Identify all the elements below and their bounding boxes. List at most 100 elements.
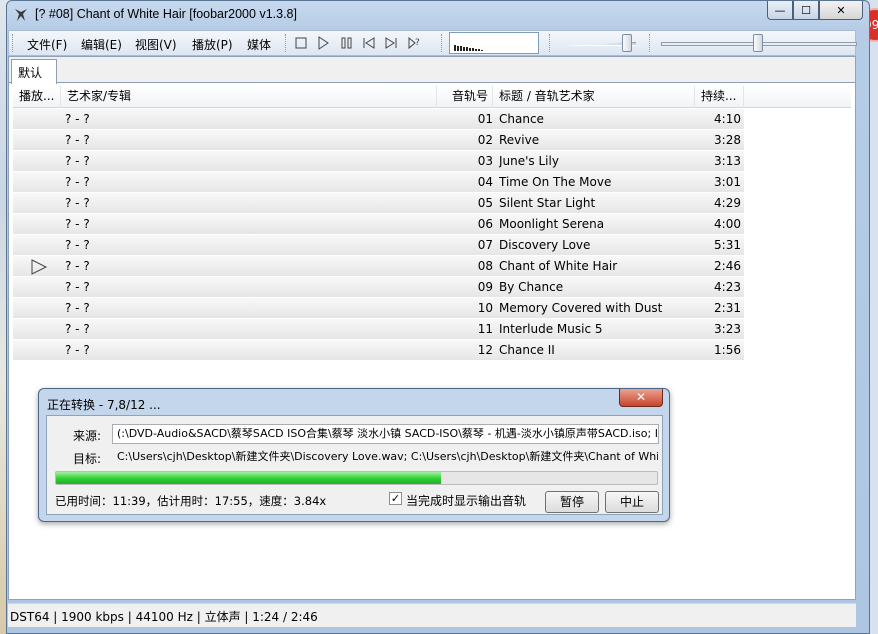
track-row[interactable]: ? - ? 06 Moonlight Serena 4:00 [13,214,744,235]
tab-default[interactable]: 默认 [11,59,58,84]
toolbar-grip[interactable] [549,34,552,52]
track-row[interactable]: ? - ? 05 Silent Star Light 4:29 [13,193,744,214]
track-row[interactable]: ? - ? 09 By Chance 4:23 [13,277,744,298]
track-row[interactable]: ? - ? 02 Revive 3:28 [13,130,744,151]
track-number-cell: 06 [477,217,493,231]
title-cell: Memory Covered with Dust [499,301,663,315]
now-playing-cell [13,298,61,319]
close-button[interactable]: ✕ [819,1,863,20]
track-number-cell: 01 [477,112,493,126]
title-cell: Chance [499,112,544,126]
track-row[interactable]: ? - ? 10 Memory Covered with Dust 2:31 [13,298,744,319]
next-icon[interactable] [383,35,399,51]
track-row[interactable]: ? - ? 12 Chance II 1:56 [13,340,744,361]
play-icon[interactable] [315,35,331,51]
progress-fill [56,472,441,484]
target-field: C:\Users\cjh\Desktop\新建文件夹\Discovery Lov… [117,450,659,463]
column-title[interactable]: 标题 / 音轨艺术家 [493,86,695,108]
spectrum-visualization[interactable] [449,32,539,54]
foobar-app-icon [15,9,27,21]
status-text: DST64 | 1900 kbps | 44100 Hz | 立体声 | 1:2… [10,610,318,624]
maximize-button[interactable]: ☐ [793,1,819,20]
track-number-cell: 07 [477,238,493,252]
artist-cell: ? - ? [65,154,90,168]
source-field[interactable]: (:\DVD-Audio&SACD\蔡琴SACD ISO合集\蔡琴 淡水小镇 S… [112,424,659,444]
minimize-button[interactable]: — [767,1,793,20]
track-row[interactable]: ? - ? 01 Chance 4:10 [13,109,744,130]
title-cell: June's Lily [499,154,559,168]
column-artist-album[interactable]: 艺术家/专辑 [61,86,437,108]
title-bar[interactable]: [? #08] Chant of White Hair [foobar2000 … [7,1,869,29]
duration-cell: 4:00 [714,217,741,231]
previous-icon[interactable] [361,35,377,51]
now-playing-cell [13,151,61,172]
track-row[interactable]: ? - ? 11 Interlude Music 5 3:23 [13,319,744,340]
title-cell: By Chance [499,280,564,294]
menu-file[interactable]: 文件(F) [27,36,67,53]
pause-icon[interactable] [339,35,355,51]
title-cell: Time On The Move [499,175,612,189]
toolbar-grip[interactable] [285,34,288,52]
window-title: [? #08] Chant of White Hair [foobar2000 … [35,7,297,21]
dialog-body: 来源: (:\DVD-Audio&SACD\蔡琴SACD ISO合集\蔡琴 淡水… [46,415,663,515]
toolbar-grip[interactable] [12,34,15,52]
pause-button[interactable]: 暂停 [545,491,599,513]
duration-cell: 2:46 [714,259,741,273]
duration-cell: 3:13 [714,154,741,168]
show-output-label[interactable]: 当完成时显示输出音轨 [406,492,526,509]
artist-cell: ? - ? [65,343,90,357]
column-duration[interactable]: 持续... [695,86,744,108]
duration-cell: 3:23 [714,322,741,336]
track-row[interactable]: ? - ? 08 Chant of White Hair 2:46 [13,256,744,277]
svg-text:?: ? [415,38,420,48]
now-playing-cell [13,277,61,298]
playlist-view[interactable]: 播放... 艺术家/专辑 音轨号 标题 / 音轨艺术家 持续... ? - ? 0… [13,86,851,361]
track-number-cell: 10 [477,301,493,315]
dialog-close-button[interactable]: ✕ [619,389,663,407]
duration-cell: 1:56 [714,343,741,357]
menu-view[interactable]: 视图(V) [135,36,177,53]
column-playing[interactable]: 播放... [13,86,61,108]
menu-playback[interactable]: 播放(P) [192,36,233,53]
dialog-title: 正在转换 - 7,8/12 ... [47,398,161,412]
title-cell: Discovery Love [499,238,591,252]
now-playing-icon [31,259,48,275]
column-track-number[interactable]: 音轨号 [437,86,493,108]
duration-cell: 3:28 [714,133,741,147]
now-playing-cell [13,340,61,361]
source-label: 来源: [73,429,102,443]
duration-cell: 4:10 [714,112,741,126]
now-playing-cell [13,319,61,340]
artist-cell: ? - ? [65,196,90,210]
status-bar: DST64 | 1900 kbps | 44100 Hz | 立体声 | 1:2… [8,603,856,627]
duration-cell: 5:31 [714,238,741,252]
track-row[interactable]: ? - ? 07 Discovery Love 5:31 [13,235,744,256]
title-cell: Revive [499,133,540,147]
stop-icon[interactable] [293,35,309,51]
track-number-cell: 11 [477,322,493,336]
now-playing-cell [13,109,61,130]
volume-slider-thumb[interactable] [622,34,632,52]
convert-progress-dialog: 正在转换 - 7,8/12 ... ✕ 来源: (:\DVD-Audio&SAC… [38,388,670,522]
artist-cell: ? - ? [65,217,90,231]
track-row[interactable]: ? - ? 03 June's Lily 3:13 [13,151,744,172]
toolbar-grip[interactable] [441,34,444,52]
track-row[interactable]: ? - ? 04 Time On The Move 3:01 [13,172,744,193]
abort-button[interactable]: 中止 [605,491,659,513]
duration-cell: 4:29 [714,196,741,210]
random-icon[interactable]: ? [406,35,422,51]
show-output-checkbox[interactable]: ✓ [389,492,402,505]
artist-cell: ? - ? [65,322,90,336]
target-label: 目标: [73,452,102,466]
toolbar-grip[interactable] [649,34,652,52]
menu-library[interactable]: 媒体 [247,36,271,53]
artist-cell: ? - ? [65,175,90,189]
elapsed-time-text: 已用时间：11:39，估计用时：17:55，速度：3.84x [55,494,327,508]
artist-cell: ? - ? [65,280,90,294]
seek-bar-thumb[interactable] [753,34,763,52]
title-cell: Chance II [499,343,555,357]
title-cell: Silent Star Light [499,196,596,210]
menu-edit[interactable]: 编辑(E) [81,36,122,53]
artist-cell: ? - ? [65,259,90,273]
now-playing-cell [13,235,61,256]
